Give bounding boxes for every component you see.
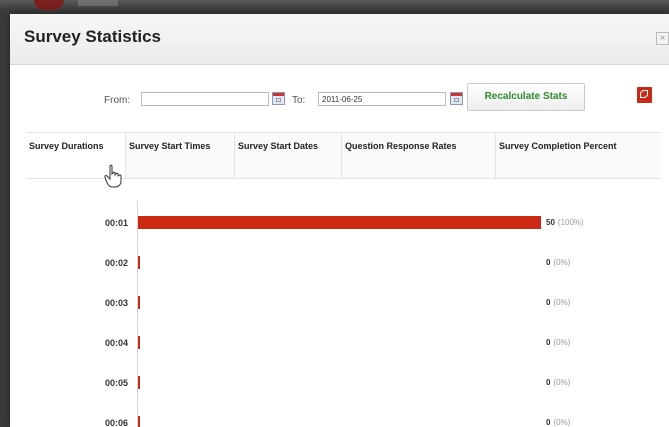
dialog-title-bar: Survey Statistics ×	[10, 14, 669, 65]
duration-bar	[138, 296, 140, 309]
chart-row: 00:02 0 (0%)	[10, 256, 669, 276]
tab-survey-start-dates[interactable]: Survey Start Dates	[235, 133, 342, 178]
date-filter-row: From: To: 2011-06-25 Recalculate Stats	[10, 83, 669, 112]
duration-percent: (0%)	[553, 258, 571, 267]
duration-count: 0	[546, 258, 551, 267]
duration-value: 50 (100%)	[546, 218, 584, 227]
chart-row: 00:04 0 (0%)	[10, 336, 669, 356]
duration-value: 0 (0%)	[546, 378, 570, 387]
background-text	[78, 0, 118, 6]
to-date-input[interactable]: 2011-06-25	[318, 92, 446, 106]
duration-percent: (0%)	[553, 338, 571, 347]
duration-percent: (100%)	[557, 218, 584, 227]
duration-count: 0	[546, 378, 551, 387]
dialog-title: Survey Statistics	[24, 27, 162, 46]
calendar-icon[interactable]	[272, 92, 285, 105]
chart-row: 00:05 0 (0%)	[10, 376, 669, 396]
duration-percent: (0%)	[553, 298, 571, 307]
duration-count: 50	[546, 218, 555, 227]
duration-percent: (0%)	[553, 378, 571, 387]
chart-row: 00:06 0 (0%)	[10, 416, 669, 427]
hand-cursor-icon	[104, 164, 122, 188]
calendar-icon[interactable]	[450, 92, 463, 105]
duration-bar	[138, 376, 140, 389]
duration-label: 00:01	[104, 218, 128, 228]
close-button[interactable]: ×	[656, 32, 669, 45]
to-label: To:	[292, 95, 306, 106]
duration-label: 00:06	[104, 418, 128, 427]
pdf-icon[interactable]	[637, 87, 652, 103]
tab-survey-start-times[interactable]: Survey Start Times	[126, 133, 235, 178]
duration-percent: (0%)	[553, 418, 571, 427]
duration-bar	[138, 336, 140, 349]
tab-survey-completion-percent[interactable]: Survey Completion Percent	[496, 133, 661, 178]
duration-label: 00:04	[104, 338, 128, 348]
from-label: From:	[104, 95, 131, 106]
duration-label: 00:02	[104, 258, 128, 268]
from-date-input[interactable]	[141, 92, 269, 106]
duration-bar	[138, 216, 541, 229]
duration-value: 0 (0%)	[546, 418, 570, 427]
survey-durations-chart: 00:01 50 (100%) 00:02 0 (0%) 00:03 0 (0%) 00:04 0(…	[10, 189, 669, 427]
duration-bar	[138, 256, 140, 269]
duration-bar	[138, 416, 140, 427]
duration-value: 0 (0%)	[546, 298, 570, 307]
duration-count: 0	[546, 298, 551, 307]
survey-statistics-dialog: Survey Statistics × From: To: 2011-06-25…	[10, 14, 669, 427]
duration-label: 00:03	[104, 298, 128, 308]
duration-label: 00:05	[104, 378, 128, 388]
duration-count: 0	[546, 338, 551, 347]
duration-value: 0 (0%)	[546, 338, 570, 347]
chart-row: 00:01 50 (100%)	[10, 216, 669, 236]
recalculate-stats-button[interactable]: Recalculate Stats	[467, 83, 585, 111]
chart-row: 00:03 0 (0%)	[10, 296, 669, 316]
duration-count: 0	[546, 418, 551, 427]
duration-value: 0 (0%)	[546, 258, 570, 267]
tab-question-response-rates[interactable]: Question Response Rates	[342, 133, 496, 178]
